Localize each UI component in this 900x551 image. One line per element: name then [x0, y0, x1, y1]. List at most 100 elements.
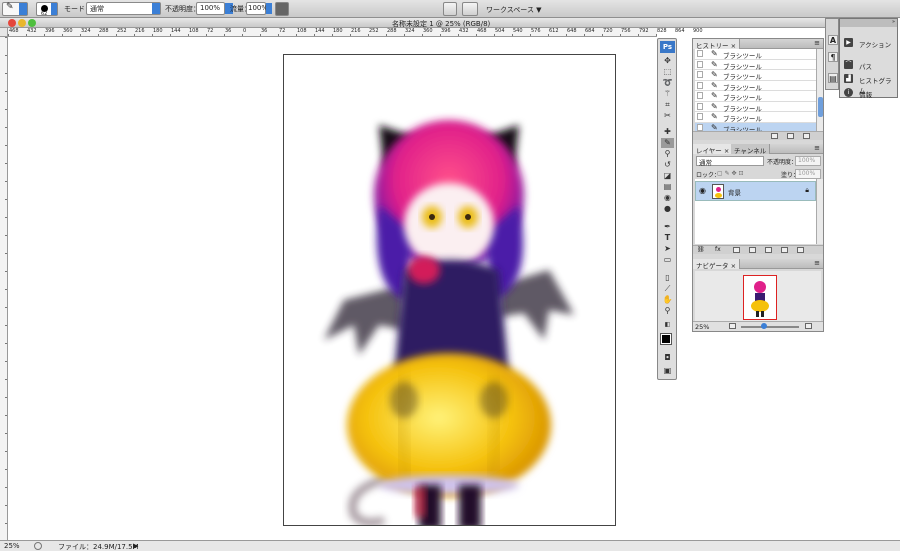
- ruler-left[interactable]: [0, 37, 8, 540]
- history-source-checkbox[interactable]: [697, 123, 703, 131]
- zoom-slider[interactable]: [741, 326, 799, 328]
- zoom-out-icon[interactable]: [729, 323, 736, 329]
- zoom-in-icon[interactable]: [805, 323, 812, 329]
- mode-select[interactable]: 通常: [86, 2, 161, 15]
- eyedropper-tool-icon[interactable]: ⟋: [661, 284, 674, 294]
- document-canvas[interactable]: [283, 54, 616, 526]
- type-tool-icon[interactable]: T: [661, 233, 674, 243]
- flyout-item-actions[interactable]: ▶ アクション: [842, 36, 897, 50]
- flyout-item-histogram[interactable]: ▟ ヒストグラム: [842, 72, 897, 95]
- default-colors-icon[interactable]: ◧: [661, 320, 674, 330]
- history-item[interactable]: ✎ ブラシツール: [695, 91, 816, 102]
- dodge-tool-icon[interactable]: ●: [661, 204, 674, 214]
- layers-scrollbar[interactable]: [816, 179, 823, 244]
- slice-tool-icon[interactable]: ✂: [661, 111, 674, 121]
- status-icon[interactable]: [34, 542, 42, 550]
- navigator-view-box[interactable]: [743, 275, 777, 320]
- eye-icon[interactable]: ◉: [699, 186, 706, 195]
- history-item[interactable]: ✎ ブラシツール: [695, 112, 816, 123]
- history-item[interactable]: ✎ ブラシツール: [695, 122, 816, 131]
- notes-tool-icon[interactable]: ▯: [661, 273, 674, 283]
- history-source-checkbox[interactable]: [697, 92, 703, 99]
- history-scrollbar[interactable]: [816, 49, 823, 131]
- crop-tool-icon[interactable]: ⌗: [661, 100, 674, 110]
- gradient-tool-icon[interactable]: ▤: [661, 182, 674, 192]
- screen-mode-icon[interactable]: ▣: [661, 366, 674, 376]
- history-source-checkbox[interactable]: [697, 113, 703, 120]
- history-item[interactable]: ✎ ブラシツール: [695, 49, 816, 60]
- shape-tool-icon[interactable]: ▭: [661, 255, 674, 265]
- history-source-checkbox[interactable]: [697, 71, 703, 78]
- tool-palette-button[interactable]: [462, 2, 478, 16]
- layer-comps-panel-icon[interactable]: ▤: [828, 73, 838, 83]
- clone-stamp-tool-icon[interactable]: ⚲: [661, 149, 674, 159]
- zoom-tool-icon[interactable]: ⚲: [661, 306, 674, 316]
- flyout-item-paths[interactable]: ⌒ パス: [842, 58, 897, 72]
- path-selection-tool-icon[interactable]: ➤: [661, 244, 674, 254]
- move-tool-icon[interactable]: ✥: [661, 56, 674, 66]
- flyout-header[interactable]: »: [840, 19, 897, 27]
- opacity-field[interactable]: 100%: [196, 2, 233, 15]
- marquee-tool-icon[interactable]: ⬚: [661, 67, 674, 77]
- pen-tool-icon[interactable]: ✒: [661, 222, 674, 232]
- add-mask-icon[interactable]: [733, 247, 740, 253]
- flyout-item-info[interactable]: i 情報: [842, 86, 897, 100]
- panel-menu-icon[interactable]: ≡: [814, 144, 820, 152]
- character-panel-icon[interactable]: A: [828, 35, 838, 45]
- link-layers-icon[interactable]: ⛓: [697, 246, 705, 253]
- zoom-button[interactable]: [28, 19, 36, 27]
- history-item[interactable]: ✎ ブラシツール: [695, 102, 816, 113]
- photoshop-logo[interactable]: Ps: [660, 41, 675, 53]
- magic-wand-tool-icon[interactable]: ⚚: [661, 89, 674, 99]
- close-button[interactable]: [8, 19, 16, 27]
- history-brush-tool-icon[interactable]: ↺: [661, 160, 674, 170]
- trash-icon[interactable]: [797, 247, 804, 253]
- healing-brush-tool-icon[interactable]: ✚: [661, 127, 674, 137]
- panel-menu-icon[interactable]: ≡: [814, 259, 820, 267]
- panel-menu-icon[interactable]: ≡: [814, 39, 820, 47]
- paragraph-panel-icon[interactable]: ¶: [828, 52, 838, 62]
- lock-icons[interactable]: ▢ ✎ ✥ ⊡: [717, 170, 743, 177]
- lasso-tool-icon[interactable]: ➰: [661, 78, 674, 88]
- history-source-checkbox[interactable]: [697, 50, 703, 57]
- history-source-checkbox[interactable]: [697, 81, 703, 89]
- fx-icon[interactable]: fx: [715, 246, 721, 253]
- trash-icon[interactable]: [803, 133, 810, 139]
- navigator-zoom[interactable]: 25%: [695, 323, 709, 331]
- workspace-menu[interactable]: ワークスペース ▼: [486, 5, 542, 15]
- navigator-preview[interactable]: [695, 271, 821, 321]
- flow-field[interactable]: 100%: [246, 2, 268, 15]
- blur-tool-icon[interactable]: ◉: [661, 193, 674, 203]
- eraser-tool-icon[interactable]: ◪: [661, 171, 674, 181]
- new-group-icon[interactable]: [765, 247, 772, 253]
- tab-history[interactable]: ヒストリー ×: [693, 39, 741, 50]
- tab-channels[interactable]: チャンネル: [731, 144, 771, 155]
- blend-mode-select[interactable]: 通常: [696, 156, 764, 167]
- bridge-button[interactable]: [443, 2, 457, 16]
- layer-row[interactable]: ◉ 背景 🔒︎: [695, 181, 816, 201]
- hand-tool-icon[interactable]: ✋: [661, 295, 674, 305]
- new-document-from-state-icon[interactable]: [771, 133, 778, 139]
- brush-preset-picker[interactable]: 62: [36, 2, 58, 17]
- new-layer-icon[interactable]: [781, 247, 788, 253]
- adjustment-layer-icon[interactable]: [749, 247, 756, 253]
- history-source-checkbox[interactable]: [697, 60, 703, 68]
- quick-mask-icon[interactable]: ◘: [661, 353, 674, 363]
- tab-layers[interactable]: レイヤー ×: [693, 144, 734, 155]
- brush-tool-icon[interactable]: ✎: [661, 138, 674, 148]
- tab-navigator[interactable]: ナビゲータ ×: [693, 259, 741, 270]
- foreground-color-swatch[interactable]: [660, 333, 672, 345]
- scroll-thumb[interactable]: [818, 97, 823, 117]
- airbrush-button[interactable]: [275, 2, 289, 16]
- tool-preset-picker[interactable]: ✎: [2, 2, 28, 16]
- status-menu-arrow-icon[interactable]: ▶: [133, 542, 138, 550]
- fill-field[interactable]: 100%: [795, 169, 821, 179]
- history-item[interactable]: ✎ ブラシツール: [695, 70, 816, 81]
- chevron-down-icon[interactable]: [266, 3, 272, 14]
- new-snapshot-icon[interactable]: [787, 133, 794, 139]
- minimize-button[interactable]: [18, 19, 26, 27]
- ruler-top[interactable]: 468 432 396 360 324 288 252 216 180 144 108 72 36 0 36…: [8, 28, 703, 37]
- history-item[interactable]: ✎ ブラシツール: [695, 81, 816, 92]
- layer-opacity-field[interactable]: 100%: [795, 156, 821, 166]
- ruler-corner[interactable]: [0, 28, 8, 37]
